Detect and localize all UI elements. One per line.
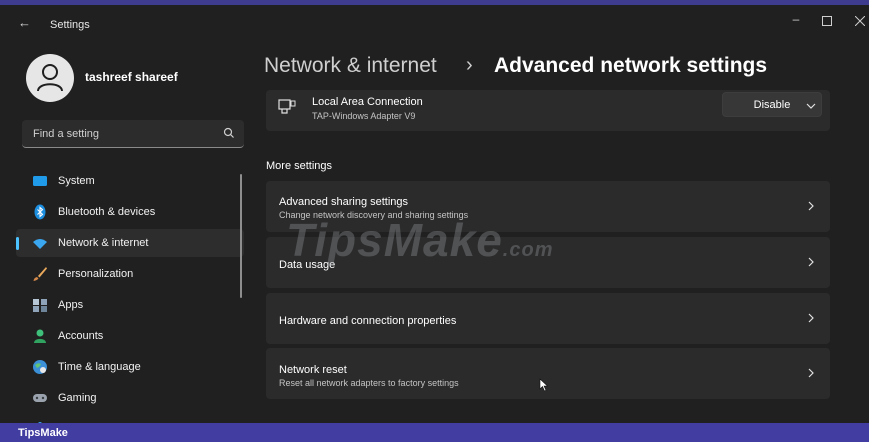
item-subtitle: Reset all network adapters to factory se… <box>279 378 459 388</box>
chevron-right-icon <box>808 313 814 323</box>
search-input[interactable]: Find a setting <box>22 120 244 148</box>
sidebar-item-label: System <box>58 175 95 187</box>
sidebar-scrollbar[interactable] <box>240 174 242 298</box>
item-title: Advanced sharing settings <box>279 196 409 208</box>
settings-window: ← Settings – tashreef shareef Find a set… <box>6 5 869 423</box>
breadcrumb-separator: › <box>466 54 473 76</box>
sidebar-item-time-language[interactable]: Time & language <box>16 353 244 381</box>
user-avatar-icon[interactable] <box>26 54 74 102</box>
adapter-description: TAP-Windows Adapter V9 <box>312 111 416 121</box>
search-placeholder: Find a setting <box>33 128 100 140</box>
chevron-right-icon <box>808 368 814 378</box>
watermark-text: TipsMake <box>286 214 503 266</box>
maximize-button[interactable] <box>816 12 838 30</box>
sidebar-item-network[interactable]: Network & internet <box>16 229 244 257</box>
active-indicator <box>16 237 19 250</box>
sidebar-item-apps[interactable]: Apps <box>16 291 244 319</box>
ethernet-icon <box>278 99 296 114</box>
chevron-right-icon <box>808 257 814 267</box>
sidebar-item-label: Bluetooth & devices <box>58 206 156 218</box>
sidebar-item-accessibility-partial[interactable] <box>16 415 244 423</box>
system-icon <box>33 176 47 186</box>
apps-icon <box>33 299 47 312</box>
gamepad-icon <box>33 394 47 402</box>
sidebar-item-system[interactable]: System <box>16 167 244 195</box>
back-arrow-icon[interactable]: ← <box>18 15 31 30</box>
page-title: Advanced network settings <box>494 54 768 77</box>
app-title: Settings <box>50 19 90 31</box>
footer-brand: TipsMake <box>18 427 68 439</box>
breadcrumb-parent[interactable]: Network & internet <box>264 54 437 78</box>
sidebar-item-label: Accounts <box>58 330 104 342</box>
watermark-logo: TipsMake.com <box>286 213 553 267</box>
globe-clock-icon <box>33 360 47 374</box>
chevron-down-icon[interactable] <box>806 101 816 111</box>
brush-icon <box>33 267 47 281</box>
sidebar: tashreef shareef Find a setting System B… <box>6 41 251 423</box>
sidebar-item-gaming[interactable]: Gaming <box>16 384 244 412</box>
sidebar-item-label: Personalization <box>58 268 134 280</box>
bluetooth-icon <box>34 204 46 220</box>
sidebar-item-label: Apps <box>58 299 84 311</box>
mouse-cursor-icon <box>539 378 549 392</box>
watermark-suffix: .com <box>502 239 554 261</box>
sidebar-item-label: Network & internet <box>58 237 149 249</box>
adapter-card[interactable]: Local Area Connection TAP-Windows Adapte… <box>266 90 830 131</box>
footer-bar: TipsMake <box>0 423 869 442</box>
chevron-right-icon <box>808 201 814 211</box>
user-name: tashreef shareef <box>85 70 178 84</box>
minimize-button[interactable]: – <box>785 12 807 30</box>
sidebar-item-accounts[interactable]: Accounts <box>16 322 244 350</box>
hardware-connection-properties-item[interactable]: Hardware and connection properties <box>266 293 830 344</box>
wifi-icon <box>33 239 47 249</box>
adapter-name: Local Area Connection <box>312 96 423 108</box>
sidebar-item-personalization[interactable]: Personalization <box>16 260 244 288</box>
item-title: Hardware and connection properties <box>279 315 457 327</box>
item-title: Network reset <box>279 364 347 376</box>
search-icon <box>223 127 234 138</box>
sidebar-item-bluetooth[interactable]: Bluetooth & devices <box>16 198 244 226</box>
sidebar-item-label: Gaming <box>58 392 97 404</box>
account-icon <box>34 329 46 343</box>
title-bar: ← Settings – <box>6 5 869 41</box>
more-settings-heading: More settings <box>266 160 333 172</box>
sidebar-item-label: Time & language <box>58 361 141 373</box>
close-button[interactable] <box>849 12 869 30</box>
